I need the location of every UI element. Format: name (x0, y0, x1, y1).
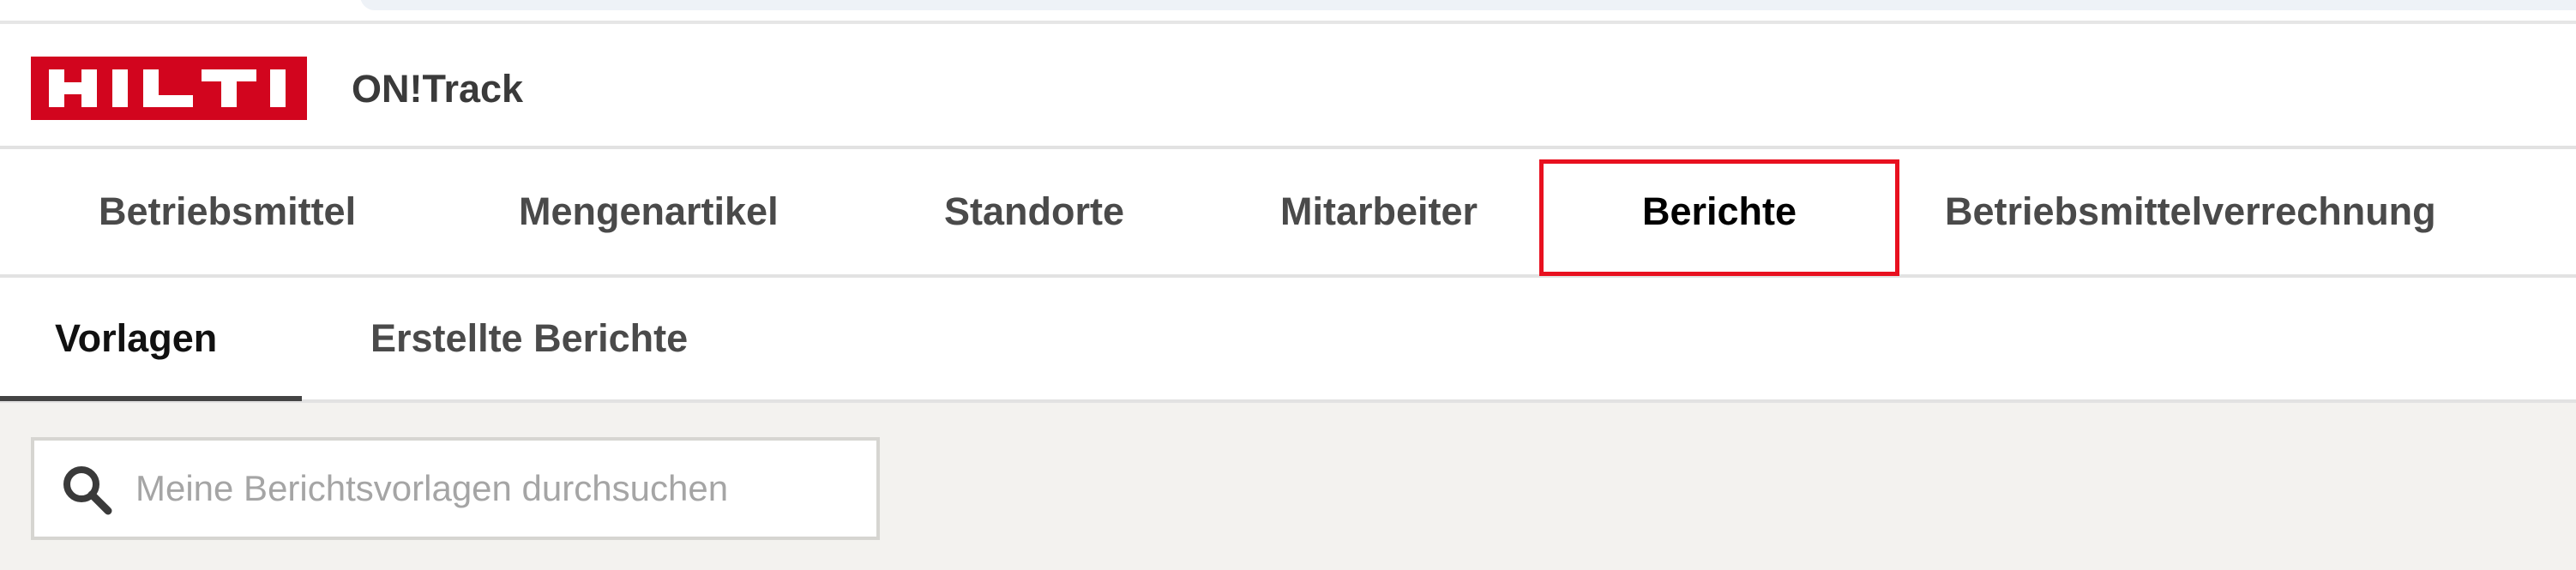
search-input[interactable] (135, 458, 856, 519)
hilti-logo[interactable] (31, 57, 307, 120)
active-subtab-indicator (0, 396, 302, 401)
tab-standorte[interactable]: Standorte (944, 149, 1124, 274)
subtab-vorlagen[interactable]: Vorlagen (55, 278, 217, 399)
hilti-logo-mark (49, 69, 286, 107)
tab-betriebsmittelverrechnung[interactable]: Betriebsmittelverrechnung (1945, 149, 2436, 274)
content-area (0, 403, 2576, 570)
main-navigation: Betriebsmittel Mengenartikel Standorte M… (0, 149, 2576, 278)
tab-betriebsmittel[interactable]: Betriebsmittel (99, 149, 356, 274)
search-box[interactable] (31, 437, 880, 540)
tab-mengenartikel[interactable]: Mengenartikel (519, 149, 779, 274)
app-header: ON!Track (0, 26, 2576, 149)
tab-berichte[interactable]: Berichte (1539, 149, 1899, 274)
tab-mitarbeiter[interactable]: Mitarbeiter (1280, 149, 1478, 274)
browser-address-bar-edge (360, 0, 2576, 10)
search-icon (63, 466, 112, 515)
browser-top-strip (0, 0, 2576, 24)
sub-navigation: Vorlagen Erstellte Berichte (0, 278, 2576, 403)
subtab-erstellte-berichte[interactable]: Erstellte Berichte (370, 278, 688, 399)
app-title: ON!Track (352, 67, 524, 111)
